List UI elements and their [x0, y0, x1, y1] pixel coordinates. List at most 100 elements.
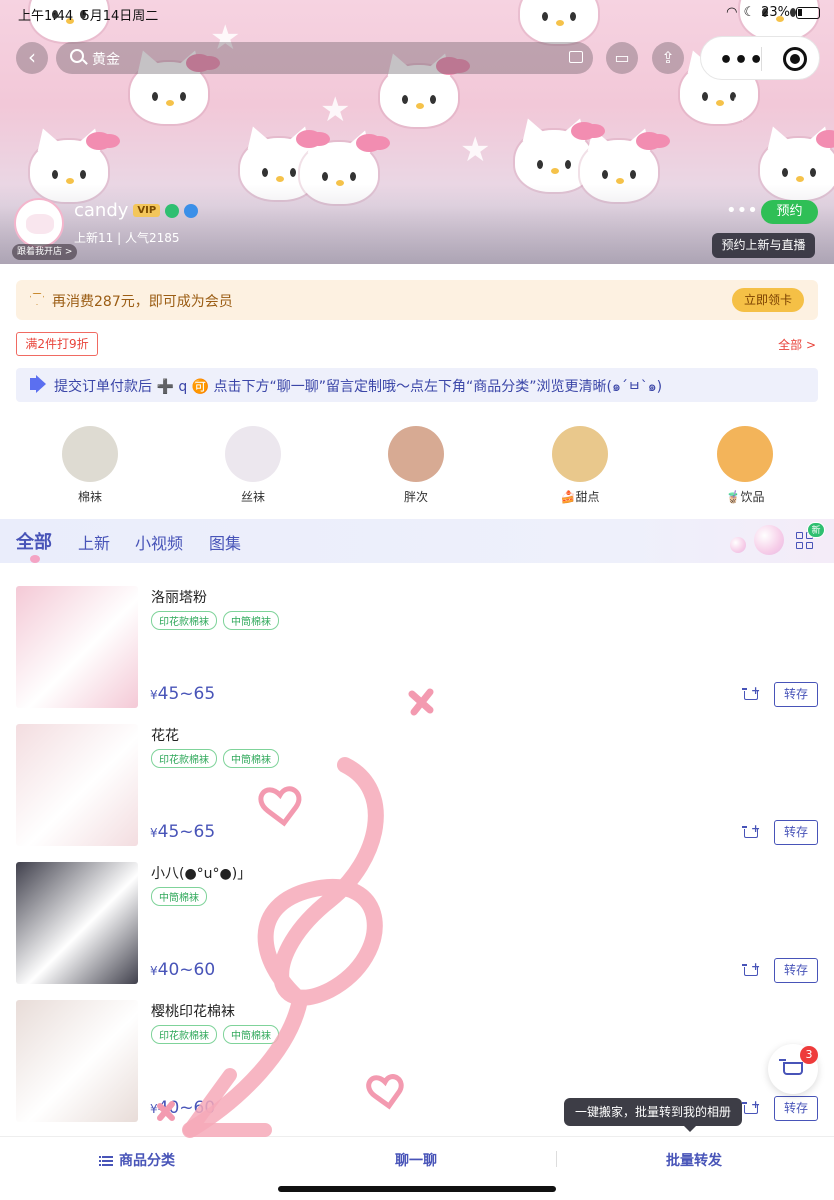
tab-new[interactable]: 上新 — [78, 530, 110, 554]
cart-button[interactable]: 3 — [768, 1044, 818, 1094]
save-button[interactable]: 转存 — [774, 682, 818, 707]
image-search-icon[interactable] — [569, 51, 583, 63]
add-to-cart-icon[interactable]: + — [742, 822, 762, 841]
kitty-decoration — [30, 132, 112, 202]
shop-name-row: candy VIP — [74, 200, 199, 221]
content-tabs: 全部 上新 小视频 图集 — [0, 519, 834, 563]
save-button[interactable]: 转存 — [774, 1096, 818, 1121]
product-name: 小八(●°u°●)」 — [151, 866, 252, 882]
diamond-icon — [30, 293, 44, 305]
shop-page: ★ ★ ★ ★ 上午1:44 5月14日周二 ◠ ☾ 23% ‹ 黄金 ▭ ⇪ … — [0, 0, 834, 1200]
product-image[interactable] — [16, 724, 138, 846]
back-button[interactable]: ‹ — [16, 42, 48, 74]
member-bar: 再消费287元，即可成为会员 立即领卡 — [16, 280, 818, 320]
notice-bar: 提交订单付款后 ➕ q 🉑 点击下方“聊一聊”留言定制哦～点左下角“商品分类”浏… — [16, 368, 818, 402]
save-button[interactable]: 转存 — [774, 958, 818, 983]
moon-icon: ☾ — [743, 5, 756, 20]
chat-button[interactable]: 聊一聊 — [395, 1150, 437, 1170]
product-tag: 中筒棉袜 — [223, 749, 279, 768]
status-right: ◠ ☾ 23% — [726, 5, 820, 20]
discount-tag[interactable]: 满2件打9折 — [16, 332, 98, 356]
speaker-icon — [30, 375, 46, 393]
category-item[interactable]: 丝袜 — [208, 426, 298, 505]
price-value: 45~65 — [157, 684, 216, 704]
product-image[interactable] — [16, 586, 138, 708]
share-icon: ⇪ — [661, 48, 675, 67]
reserve-tooltip: 预约上新与直播 — [712, 233, 815, 258]
product-image[interactable] — [16, 1000, 138, 1122]
product-item[interactable]: 洛丽塔粉印花款棉袜 中筒棉袜 ¥45~65 + 转存 — [16, 586, 818, 708]
close-target-icon[interactable] — [783, 47, 807, 71]
shop-stats: 上新11 | 人气2185 — [74, 231, 180, 245]
shop-name: candy — [74, 200, 129, 221]
claim-card-button[interactable]: 立即领卡 — [732, 288, 804, 312]
product-image[interactable] — [16, 862, 138, 984]
add-to-cart-icon[interactable]: + — [742, 1098, 762, 1117]
bookmark-button[interactable]: ▭ — [606, 42, 638, 74]
shop-more-button[interactable]: ••• — [726, 200, 758, 221]
product-tags: 印花款棉袜 中筒棉袜 — [151, 611, 279, 630]
product-tags: 印花款棉袜 中筒棉袜 — [151, 749, 279, 768]
time-text: 上午1:44 — [18, 9, 74, 24]
category-button[interactable]: 商品分类 — [99, 1150, 175, 1170]
kitty-decoration — [380, 57, 462, 127]
product-tag: 中筒棉袜 — [223, 611, 279, 630]
search-placeholder: 黄金 — [92, 52, 120, 68]
product-tag: 印花款棉袜 — [151, 1025, 217, 1044]
product-price: ¥40~60 — [150, 960, 215, 980]
follow-tag[interactable]: 跟着我开店 > — [12, 244, 78, 260]
product-name: 樱桃印花棉袜 — [151, 1004, 235, 1020]
product-tag: 中筒棉袜 — [151, 887, 207, 906]
category-item[interactable]: 🍰甜点 — [535, 426, 625, 505]
star-decoration: ★ — [320, 90, 351, 130]
new-badge: 新 — [807, 522, 825, 538]
category-image — [388, 426, 444, 482]
product-item[interactable]: 小八(●°u°●)」 中筒棉袜 ¥40~60 + 转存 — [16, 862, 818, 984]
verified-green-icon — [165, 203, 180, 218]
kitty-decoration — [300, 134, 382, 204]
list-icon — [99, 1156, 113, 1166]
bubble-decoration — [754, 525, 784, 555]
add-to-cart-icon[interactable]: + — [742, 960, 762, 979]
member-text: 再消费287元，即可成为会员 — [52, 294, 233, 310]
add-to-cart-icon[interactable]: + — [742, 684, 762, 703]
bottom-divider — [556, 1151, 557, 1167]
price-value: 40~60 — [157, 960, 216, 980]
category-label: 🧋饮品 — [725, 490, 765, 504]
tab-videos[interactable]: 小视频 — [135, 530, 183, 554]
category-image — [62, 426, 118, 482]
product-tag: 印花款棉袜 — [151, 611, 217, 630]
search-input[interactable]: 黄金 — [56, 42, 593, 74]
tab-all[interactable]: 全部 — [16, 528, 52, 554]
chevron-left-icon: ‹ — [28, 45, 36, 69]
cart-count-badge: 3 — [800, 1046, 818, 1064]
product-price: ¥45~65 — [150, 822, 215, 842]
notice-text: 提交订单付款后 ➕ q 🉑 点击下方“聊一聊”留言定制哦～点左下角“商品分类”浏… — [54, 379, 663, 395]
star-decoration: ★ — [720, 90, 751, 130]
product-name: 洛丽塔粉 — [151, 590, 207, 606]
search-icon — [70, 49, 84, 63]
category-item[interactable]: 🧋饮品 — [700, 426, 790, 505]
verified-blue-icon — [184, 203, 199, 218]
bulk-forward-button[interactable]: 批量转发 — [666, 1150, 722, 1170]
category-label: 棉袜 — [77, 490, 102, 504]
product-price: ¥40~60 — [150, 1098, 215, 1118]
category-item[interactable]: 棉袜 — [45, 426, 135, 505]
shop-avatar[interactable] — [14, 198, 64, 248]
share-button[interactable]: ⇪ — [652, 42, 684, 74]
capsule-divider — [761, 47, 762, 71]
reserve-button[interactable]: 预约 — [761, 200, 818, 224]
more-menu-icon[interactable]: ••• — [719, 48, 764, 73]
currency-symbol: ¥ — [150, 1102, 158, 1116]
category-label: 丝袜 — [240, 490, 265, 504]
category-item[interactable]: 胖次 — [371, 426, 461, 505]
all-promos-link[interactable]: 全部 > — [778, 336, 816, 353]
save-button[interactable]: 转存 — [774, 820, 818, 845]
product-item[interactable]: 花花 印花款棉袜 中筒棉袜 ¥45~65 + 转存 — [16, 724, 818, 846]
tab-albums[interactable]: 图集 — [209, 530, 241, 554]
product-price: ¥45~65 — [150, 684, 215, 704]
price-value: 45~65 — [157, 822, 216, 842]
currency-symbol: ¥ — [150, 688, 158, 702]
status-time: 上午1:44 5月14日周二 — [18, 5, 158, 24]
home-indicator — [278, 1186, 556, 1192]
